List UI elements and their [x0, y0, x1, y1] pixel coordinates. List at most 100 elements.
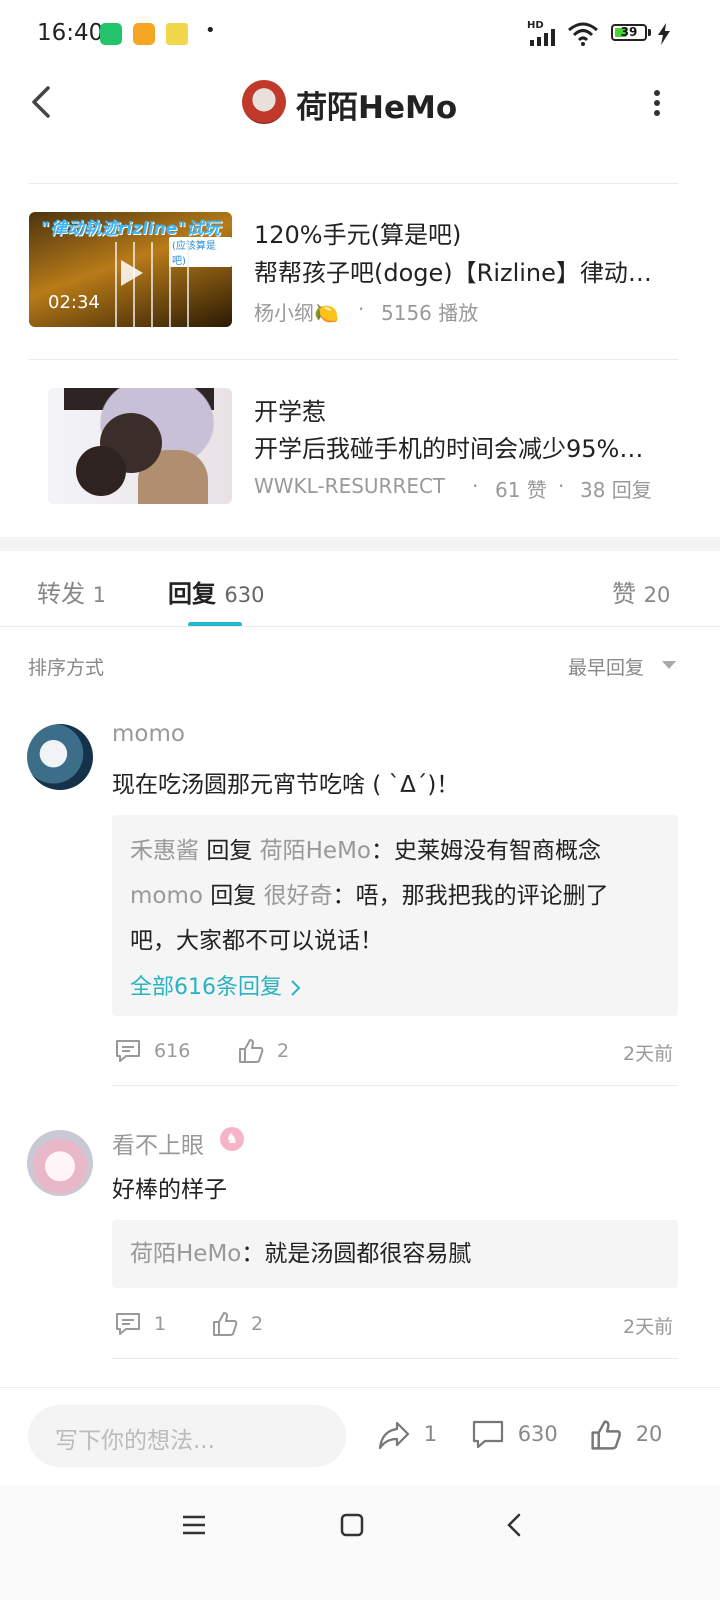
status-bar: 16:40 • HD 39: [0, 0, 720, 66]
sort-dropdown[interactable]: 最早回复: [568, 653, 644, 680]
thumbs-up-icon: [239, 1039, 264, 1063]
charging-bolt-icon: [658, 23, 670, 45]
reply-line: momo 回复 很好奇：唔，那我把我的评论删了: [130, 874, 609, 919]
nav-back-icon[interactable]: [504, 1512, 524, 1538]
menu-icon[interactable]: [181, 1513, 207, 1537]
divider: [112, 1358, 678, 1359]
tab-replies[interactable]: 回复 630: [168, 574, 264, 609]
user-badge-icon: ♞: [220, 1127, 244, 1151]
comment-bubble-icon: [472, 1420, 504, 1449]
comment-count-button[interactable]: 630: [471, 1418, 558, 1452]
reply-text: ：史莱姆没有智商概念: [371, 838, 601, 864]
like-count: 2: [277, 1039, 290, 1062]
like-count: 2: [251, 1312, 264, 1335]
share-count: 1: [423, 1422, 438, 1446]
divider: [112, 1085, 678, 1086]
thumbnail-banner: "律动轨迹rizline"试玩: [41, 219, 221, 239]
related-replies: 38 回复: [580, 478, 652, 502]
header-avatar[interactable]: [242, 80, 286, 124]
comment-username[interactable]: momo: [112, 721, 185, 747]
comment-text: 现在吃汤圆那元宵节吃啥 ( `Δ´)！: [112, 772, 460, 798]
related-likes: 61 赞: [495, 478, 547, 502]
status-dot: •: [205, 20, 216, 41]
meta-separator: ·: [472, 474, 479, 498]
emoji-100-icon: [166, 23, 188, 45]
play-icon: [121, 260, 143, 286]
related-subtitle: 帮帮孩子吧(doge)【Rizline】律动…: [254, 259, 652, 287]
related-title: 开学惹: [254, 398, 326, 426]
video-duration: 02:34: [48, 292, 100, 313]
like-post-button[interactable]: 20: [589, 1418, 662, 1452]
reply-line: 荷陌HeMo：就是汤圆都很容易腻: [130, 1232, 471, 1277]
meta-separator: ·: [358, 297, 365, 321]
divider: [0, 626, 720, 627]
comment-icon: [116, 1313, 140, 1335]
like-button[interactable]: 2: [237, 1037, 289, 1065]
reply-target[interactable]: 很好奇: [264, 883, 333, 909]
reply-preview-box[interactable]: 荷陌HeMo：就是汤圆都很容易腻: [112, 1220, 678, 1288]
avatar[interactable]: [27, 1130, 93, 1196]
reply-verb: 回复: [210, 883, 257, 909]
avatar[interactable]: [27, 724, 93, 790]
tab-likes[interactable]: 赞 20: [612, 574, 670, 609]
more-dot: [654, 110, 660, 116]
thumbnail-paw: [76, 446, 126, 496]
reply-author[interactable]: momo: [130, 883, 203, 909]
chevron-left-icon: [32, 86, 50, 118]
comment-username[interactable]: 看不上眼: [112, 1126, 204, 1160]
reply-author[interactable]: 荷陌HeMo: [130, 1241, 241, 1267]
back-button[interactable]: [22, 80, 66, 124]
battery-icon: 39: [611, 24, 647, 41]
related-subtitle: 开学后我碰手机的时间会减少95%…: [254, 435, 644, 463]
video-thumbnail[interactable]: "律动轨迹rizline"试玩 (应该算是吧) 02:34: [29, 212, 232, 327]
post-thumbnail[interactable]: [48, 388, 232, 504]
home-icon[interactable]: [340, 1513, 364, 1537]
tab-label: 回复: [168, 580, 216, 608]
reply-line: 禾惠酱 回复 荷陌HeMo：史莱姆没有智商概念: [130, 829, 601, 874]
related-plays: 5156 播放: [381, 301, 479, 325]
related-author: WWKL-RESURRECT: [254, 474, 446, 498]
tab-count: 630: [224, 583, 265, 607]
comment-text: 好棒的样子: [112, 1177, 227, 1203]
divider: [28, 183, 678, 184]
like-button[interactable]: 2: [211, 1310, 263, 1338]
reply-target[interactable]: 荷陌HeMo: [260, 838, 371, 864]
thumbs-up-icon: [591, 1420, 621, 1450]
wifi-icon: [568, 22, 598, 46]
share-button[interactable]: 1: [377, 1418, 437, 1452]
reply-count: 1: [154, 1312, 167, 1335]
comment-time: 2天前: [623, 1316, 674, 1338]
tab-label: 转发: [37, 580, 85, 608]
reply-text: ：就是汤圆都很容易腻: [241, 1241, 472, 1267]
related-author: 杨小纲🍋: [254, 301, 339, 325]
more-vertical-icon: [654, 90, 660, 96]
tab-label: 赞: [612, 580, 636, 608]
thumbnail-track-lines: [99, 242, 189, 327]
tab-forward[interactable]: 转发 1: [37, 574, 106, 609]
battery-tip: [648, 29, 651, 36]
meta-separator: ·: [558, 474, 565, 498]
comment-time: 2天前: [623, 1043, 674, 1065]
thumbs-up-icon: [213, 1312, 238, 1336]
reply-button[interactable]: 1: [114, 1310, 166, 1338]
all-replies-label: 全部616条回复: [130, 975, 282, 1000]
reply-line-continued: 吧，大家都不可以说话！: [130, 928, 383, 954]
all-replies-link[interactable]: 全部616条回复: [130, 969, 303, 1001]
related-title: 120%手元(算是吧): [254, 221, 462, 249]
comment-input-placeholder: 写下你的想法...: [55, 1428, 215, 1454]
page-title: 荷陌HeMo: [296, 90, 458, 126]
comment-input[interactable]: 写下你的想法...: [28, 1405, 346, 1467]
app-folder-icon: [133, 23, 155, 45]
more-button[interactable]: [640, 82, 674, 122]
reply-text: ：唔，那我把我的评论删了: [332, 883, 609, 909]
comment-icon: [116, 1040, 140, 1062]
caret-down-icon[interactable]: [662, 661, 676, 669]
chevron-right-icon: [291, 980, 301, 996]
reply-author[interactable]: 禾惠酱: [130, 838, 199, 864]
status-time: 16:40: [37, 20, 104, 46]
reply-button[interactable]: 616: [114, 1037, 190, 1065]
reply-preview-box[interactable]: 禾惠酱 回复 荷陌HeMo：史莱姆没有智商概念 momo 回复 很好奇：唔，那我…: [112, 815, 678, 1016]
reply-verb: 回复: [206, 838, 253, 864]
tab-count: 20: [643, 583, 671, 607]
tab-count: 1: [92, 583, 107, 607]
